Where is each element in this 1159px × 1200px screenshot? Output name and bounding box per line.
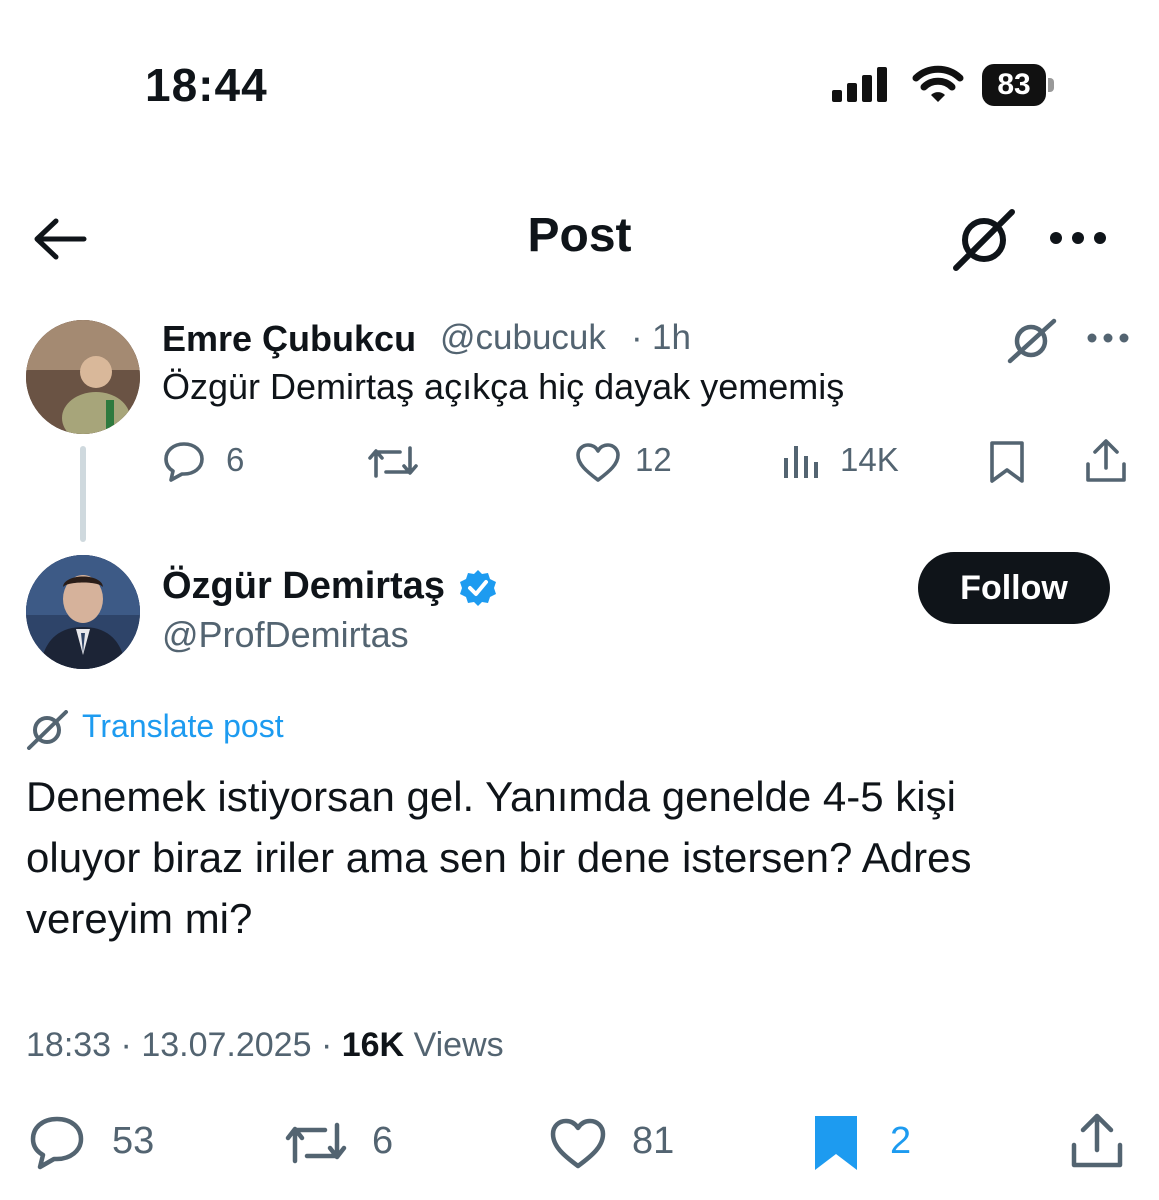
reply-count: 6 [226, 441, 245, 478]
separator: · [320, 1026, 333, 1064]
repost-button[interactable] [283, 1118, 349, 1168]
reply-icon [164, 442, 204, 482]
heart-icon [550, 1118, 606, 1169]
grok-icon[interactable] [1004, 318, 1060, 364]
more-icon[interactable] [1086, 328, 1130, 348]
post-text: Özgür Demirtaş açıkça hiç dayak yememiş [162, 366, 845, 407]
repost-icon [368, 446, 418, 478]
follow-button[interactable]: Follow [918, 552, 1110, 624]
separator: · [120, 1026, 132, 1064]
post-text-line: oluyor biraz iriler ama sen bir dene ist… [26, 834, 972, 881]
battery-level: 83 [997, 68, 1031, 101]
status-time: 18:44 [145, 59, 268, 111]
post-meta: 18:33 · 13.07.2025 · 16K Views [26, 1026, 504, 1065]
grok-icon[interactable] [26, 710, 70, 750]
wifi-icon [912, 64, 964, 104]
reply-button[interactable] [28, 1114, 86, 1170]
post-time[interactable]: 18:33 [26, 1026, 111, 1064]
views-icon [784, 446, 818, 478]
share-icon [1086, 439, 1126, 482]
author-name[interactable]: Emre Çubukcu [162, 318, 416, 360]
battery-nub [1048, 78, 1054, 92]
bookmark-icon [990, 441, 1024, 483]
reply-count: 53 [112, 1120, 155, 1162]
reply-icon [30, 1116, 84, 1170]
views-button[interactable] [782, 442, 822, 480]
share-button[interactable] [1070, 1112, 1124, 1170]
post-time[interactable]: 1h [652, 318, 691, 358]
avatar[interactable] [26, 555, 140, 669]
views-count: 14K [840, 441, 899, 478]
translate-post-link[interactable]: Translate post [82, 708, 284, 745]
author-handle[interactable]: @cubucuk [440, 318, 606, 358]
battery-icon: 83 [982, 64, 1046, 106]
views-count[interactable]: 16K [342, 1026, 404, 1064]
author-handle[interactable]: @ProfDemirtas [162, 614, 409, 656]
reply-button[interactable] [162, 440, 206, 482]
grok-icon[interactable] [950, 208, 1020, 272]
bookmark-filled-icon [815, 1116, 857, 1170]
post-text-line: Denemek istiyorsan gel. Yanımda genelde … [26, 773, 956, 820]
post-text-line: vereyim mi? [26, 895, 253, 942]
post-text: Denemek istiyorsan gel. Yanımda genelde … [26, 766, 1126, 949]
author-name[interactable]: Özgür Demirtaş [162, 565, 445, 608]
repost-button[interactable] [366, 442, 420, 482]
like-button[interactable] [548, 1116, 608, 1170]
repost-icon [285, 1122, 347, 1164]
more-icon[interactable] [1048, 222, 1108, 254]
separator: · [631, 318, 643, 357]
bookmark-button[interactable] [812, 1114, 860, 1172]
bookmark-button[interactable] [988, 440, 1026, 484]
like-button[interactable] [574, 441, 622, 483]
post-date[interactable]: 13.07.2025 [141, 1026, 311, 1064]
bookmark-count: 2 [890, 1120, 912, 1162]
share-button[interactable] [1084, 438, 1128, 484]
repost-count: 6 [372, 1120, 394, 1162]
verified-badge-icon [458, 568, 498, 608]
share-icon [1071, 1113, 1123, 1168]
avatar[interactable] [26, 320, 140, 434]
thread-line [80, 446, 86, 542]
heart-icon [576, 443, 620, 482]
like-count: 81 [632, 1120, 675, 1162]
like-count: 12 [635, 441, 672, 478]
cellular-signal-icon [832, 66, 890, 102]
views-label: Views [413, 1026, 504, 1064]
